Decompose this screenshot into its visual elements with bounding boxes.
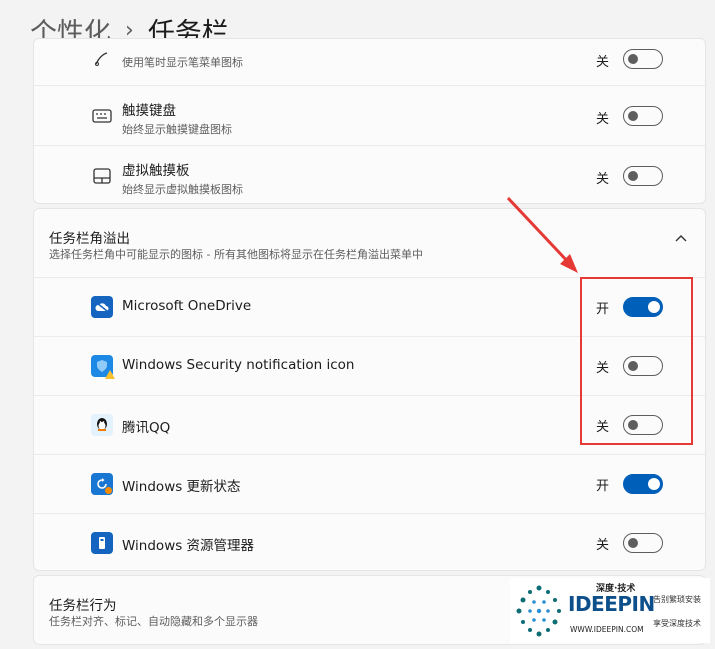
watermark-brand: IDEEPIN (568, 592, 655, 616)
watermark-slogan-2: 享受深度技术 (653, 619, 701, 628)
logo-mark-icon (516, 585, 561, 637)
watermark-logo: 深度·技术 IDEEPIN WWW.IDEEPIN.COM 告别繁琐安装 享受深… (510, 578, 710, 643)
watermark-url: WWW.IDEEPIN.COM (570, 625, 644, 634)
annotation-highlight-box (580, 277, 693, 445)
watermark-slogan-1: 告别繁琐安装 (653, 595, 701, 604)
